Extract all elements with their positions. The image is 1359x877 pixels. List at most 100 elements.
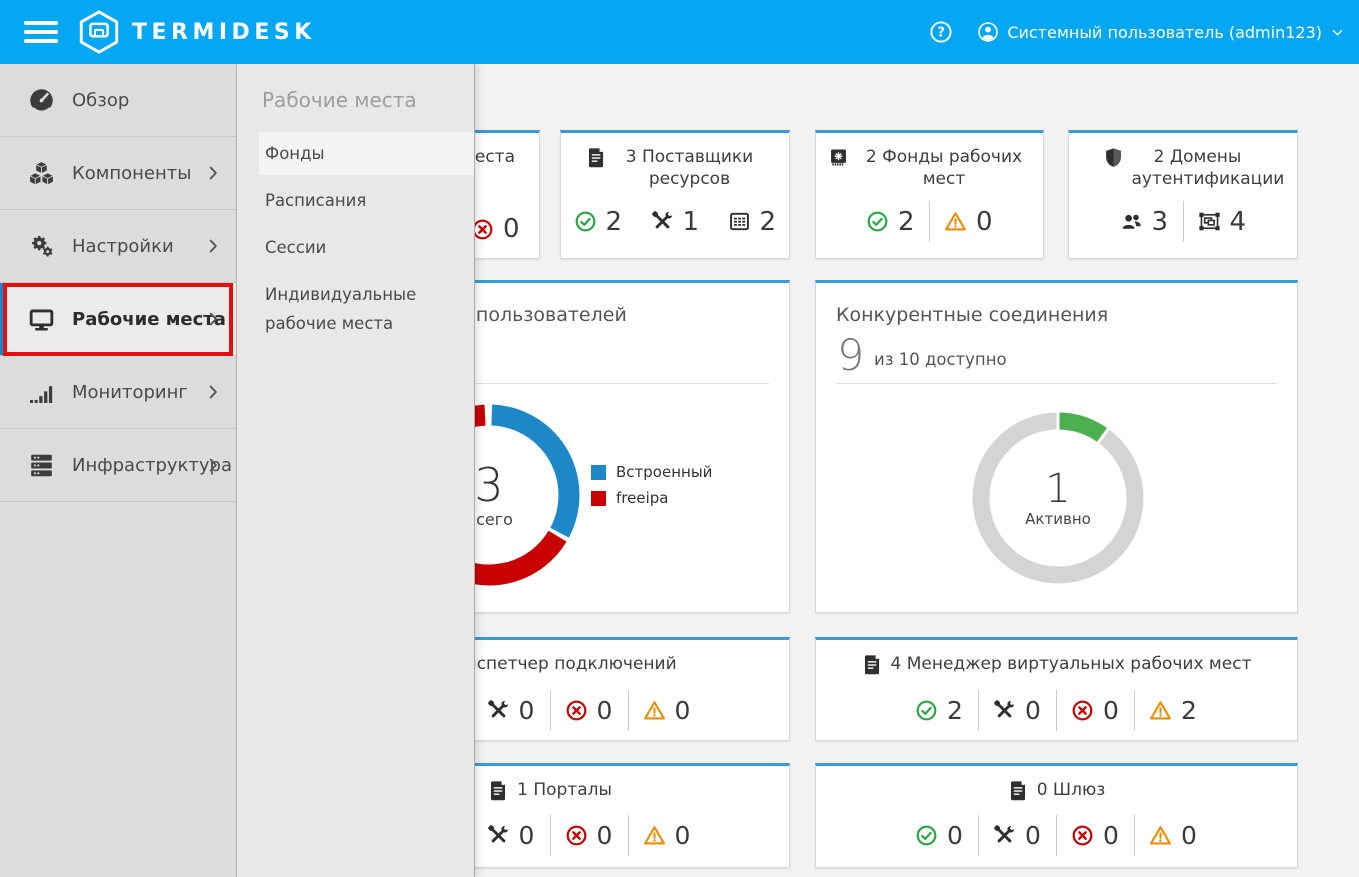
card-workplace-pools: 2 Фонды рабочих мест 2 0	[815, 130, 1044, 259]
chevron-right-icon	[203, 309, 223, 329]
stat-ok: 2	[901, 698, 978, 723]
legend-swatch	[591, 490, 606, 506]
stat-errors: 0	[551, 698, 628, 723]
warning-icon	[944, 210, 967, 233]
tools-icon	[993, 699, 1016, 722]
chevron-down-icon	[1330, 25, 1345, 40]
check-circle-icon	[866, 210, 889, 233]
card-stats: 2 1 2	[561, 201, 789, 242]
chart-legend: Встроенный freeipa	[591, 463, 712, 507]
gears-icon	[28, 233, 55, 260]
tools-icon	[487, 699, 510, 722]
tools-icon	[651, 210, 674, 233]
donut-total: 3	[474, 458, 504, 513]
document-icon	[862, 654, 883, 675]
chip-icon	[828, 147, 849, 168]
sidebar-item-overview[interactable]: Обзор	[0, 64, 236, 137]
sidebar-item-monitoring[interactable]: Мониторинг	[0, 356, 236, 429]
stat-warnings: 0	[629, 823, 706, 848]
submenu-item-sessions[interactable]: Сессии	[259, 226, 474, 269]
warning-icon	[643, 699, 666, 722]
stat-warnings: 2	[1135, 698, 1212, 723]
card-stats: 2 0 0 2	[816, 690, 1297, 731]
document-icon	[586, 147, 607, 168]
stat-warnings: 0	[629, 698, 706, 723]
card-title: 4 Менеджер виртуальных рабочих мест	[816, 640, 1297, 675]
object-group-icon	[1198, 210, 1221, 233]
available-count: 9	[837, 331, 865, 381]
chevron-right-icon	[203, 455, 223, 475]
bar-chart-icon	[28, 379, 55, 406]
legend-item: freeipa	[591, 489, 712, 507]
chevron-right-icon	[203, 382, 223, 402]
stat-warnings: 0	[1135, 823, 1212, 848]
card-stats: 2 0	[816, 201, 1043, 242]
chevron-right-icon	[203, 163, 223, 183]
error-circle-icon	[565, 699, 588, 722]
brand-title: TERMIDESK	[132, 19, 316, 45]
stat-maintenance: 1	[637, 209, 714, 235]
check-circle-icon	[574, 210, 597, 233]
stat-ok: 2	[852, 209, 929, 235]
monitor-icon	[28, 306, 55, 333]
document-icon	[1008, 780, 1029, 801]
stat-errors: 0	[1057, 823, 1134, 848]
error-circle-icon	[565, 824, 588, 847]
servers-icon	[28, 452, 55, 479]
card-title: 2 Домены аутентификации	[1069, 133, 1297, 190]
stat-users: 3	[1106, 209, 1183, 235]
sidebar-nav: Обзор Компоненты Настройки Рабочие места…	[0, 64, 237, 877]
sidebar-item-workplaces[interactable]: Рабочие места	[0, 283, 236, 356]
grid-icon	[728, 210, 751, 233]
submenu-item-schedules[interactable]: Расписания	[259, 179, 474, 222]
termidesk-logo-icon	[76, 9, 122, 55]
card-title: 0 Шлюз	[816, 766, 1297, 801]
user-avatar-icon	[977, 21, 999, 43]
user-label: Системный пользователь (admin123)	[1007, 22, 1322, 42]
error-circle-icon	[1071, 699, 1094, 722]
gauge-center: 1 Активно	[972, 412, 1144, 584]
workplaces-submenu: Рабочие места Фонды Расписания Сессии Ин…	[237, 64, 475, 877]
gauge-icon	[28, 87, 55, 114]
sidebar-item-components[interactable]: Компоненты	[0, 137, 236, 210]
tools-icon	[487, 824, 510, 847]
stat-errors: 0	[1057, 698, 1134, 723]
document-icon	[488, 780, 509, 801]
card-stats: 0 0 0 0	[816, 815, 1297, 856]
stat-warnings: 0	[930, 209, 1007, 235]
card-title: 3 Поставщики ресурсов	[561, 133, 789, 190]
submenu-item-pools[interactable]: Фонды	[259, 132, 474, 175]
stat-maintenance: 0	[473, 698, 550, 723]
warning-icon	[643, 824, 666, 847]
stat-ok: 2	[560, 209, 637, 235]
menu-toggle-button[interactable]	[24, 21, 58, 43]
user-menu[interactable]: Системный пользователь (admin123)	[977, 21, 1345, 43]
card-title: 2 Фонды рабочих мест	[816, 133, 1043, 190]
stat-pools: 2	[714, 209, 791, 235]
stat-maintenance: 0	[473, 823, 550, 848]
chevron-right-icon	[203, 236, 223, 256]
active-label: Активно	[1025, 510, 1091, 528]
users-icon	[1120, 210, 1143, 233]
error-circle-icon	[1071, 824, 1094, 847]
stat-errors: 0	[551, 823, 628, 848]
submenu-title: Рабочие места	[262, 88, 417, 112]
card-title: Конкурентные соединения	[836, 304, 1109, 326]
check-circle-icon	[915, 824, 938, 847]
card-resource-providers: 3 Поставщики ресурсов 2 1 2	[560, 130, 790, 259]
tools-icon	[993, 824, 1016, 847]
warning-icon	[1149, 699, 1172, 722]
legend-item: Встроенный	[591, 463, 712, 481]
active-count: 1	[1045, 466, 1071, 512]
help-icon[interactable]	[929, 20, 953, 44]
submenu-item-individual-workplaces[interactable]: Индивидуальные рабочие места	[259, 273, 464, 345]
sidebar-item-infrastructure[interactable]: Инфраструктура	[0, 429, 236, 502]
shield-icon	[1103, 147, 1124, 168]
card-auth-domains: 2 Домены аутентификации 3 4	[1068, 130, 1298, 259]
card-gateway: 0 Шлюз 0 0 0 0	[815, 763, 1298, 868]
legend-swatch	[591, 464, 606, 480]
stat-ok: 0	[901, 823, 978, 848]
stat-maintenance: 0	[979, 698, 1056, 723]
card-vdi-manager: 4 Менеджер виртуальных рабочих мест 2 0 …	[815, 637, 1298, 741]
sidebar-item-settings[interactable]: Настройки	[0, 210, 236, 283]
